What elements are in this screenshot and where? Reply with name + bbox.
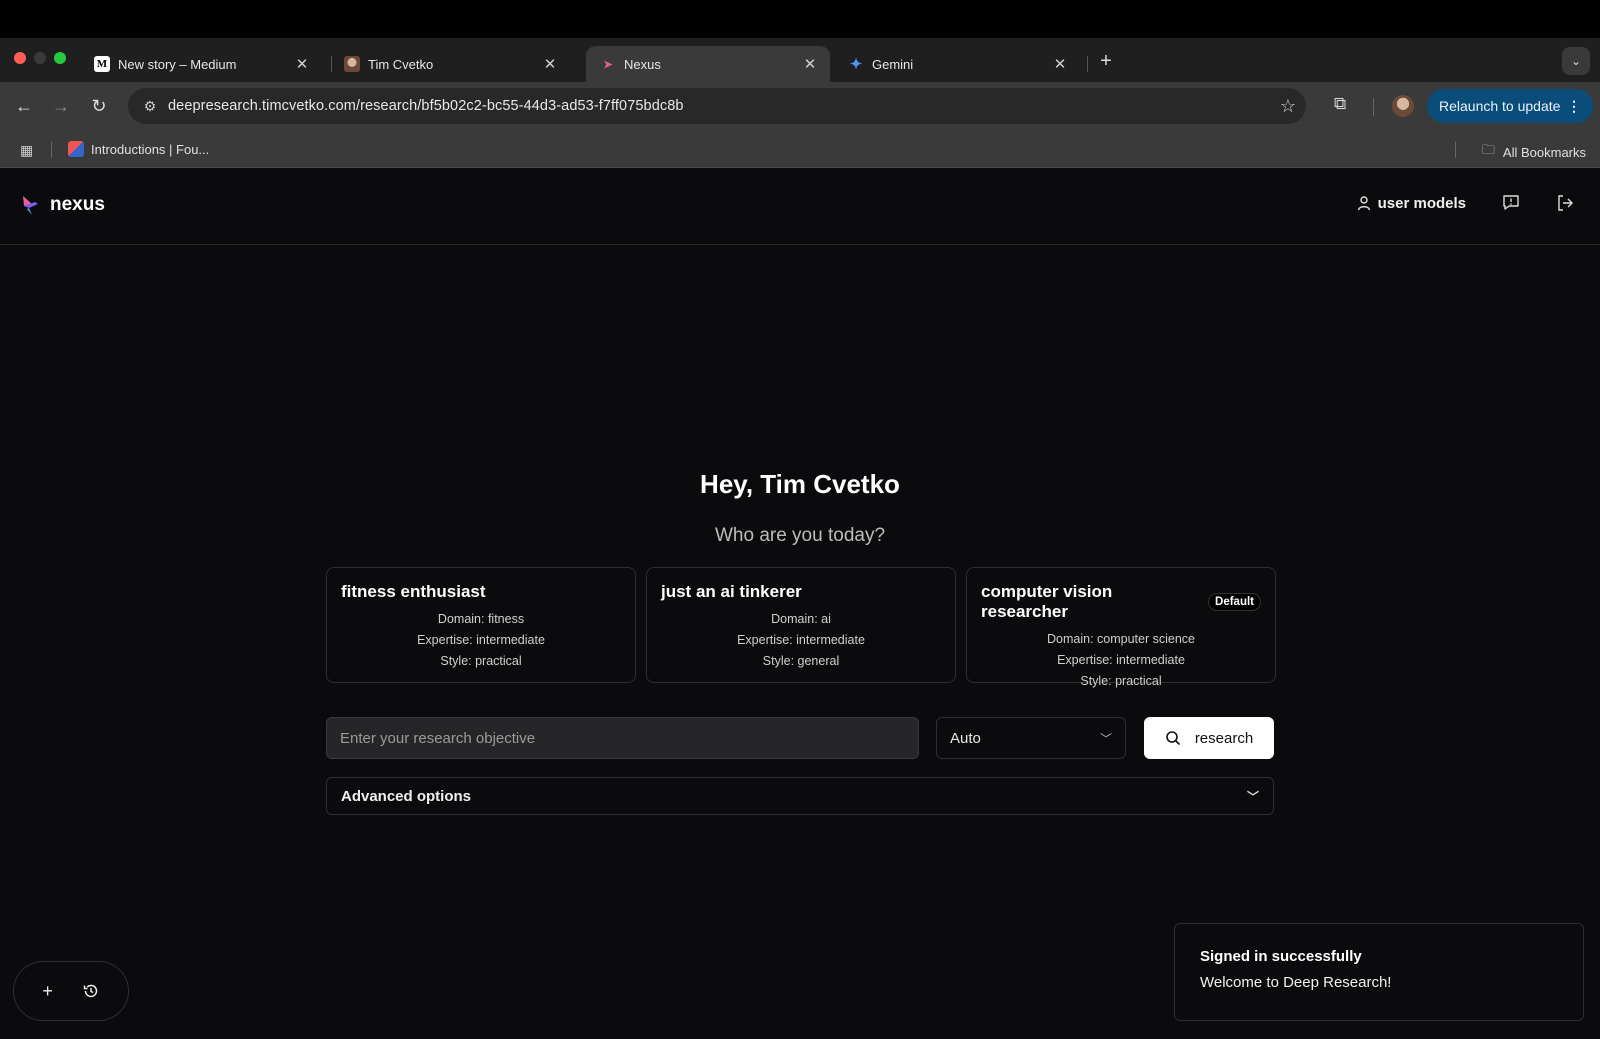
bookmarks-bar: ▦ Introductions | Fou... 🗀 All Bookmarks bbox=[0, 130, 1600, 168]
close-tab-icon[interactable]: ✕ bbox=[292, 55, 312, 73]
chevron-down-icon: ﹀ bbox=[1246, 789, 1259, 804]
brand[interactable]: nexus bbox=[20, 194, 105, 216]
persona-cards: fitness enthusiast Domain: fitness Exper… bbox=[326, 567, 1276, 688]
gemini-sparkle-icon: ✦ bbox=[849, 56, 863, 73]
profile-photo-icon bbox=[344, 56, 360, 72]
default-badge: Default bbox=[1208, 593, 1261, 611]
greeting-subtitle: Who are you today? bbox=[714, 525, 886, 546]
persona-title: fitness enthusiast bbox=[341, 582, 486, 601]
bookmarks-divider bbox=[51, 142, 52, 158]
tab-title: Tim Cvetko bbox=[368, 56, 434, 72]
tab-divider bbox=[1087, 56, 1088, 72]
forward-icon[interactable]: → bbox=[49, 94, 73, 118]
toast-title: Signed in successfully bbox=[1200, 948, 1362, 965]
app-header: nexus user models bbox=[0, 168, 1600, 245]
hummingbird-logo-icon bbox=[23, 196, 38, 215]
research-objective-input[interactable] bbox=[326, 717, 919, 759]
folder-icon: 🗀 bbox=[1481, 142, 1495, 157]
tab-title: New story – Medium bbox=[118, 56, 237, 72]
tab-title: Gemini bbox=[872, 56, 914, 72]
history-icon[interactable] bbox=[82, 982, 100, 1000]
close-window-button[interactable] bbox=[14, 52, 26, 64]
close-tab-icon[interactable]: ✕ bbox=[540, 55, 560, 73]
all-bookmarks-button[interactable]: 🗀 All Bookmarks bbox=[1482, 141, 1586, 163]
tab-medium[interactable]: M New story – Medium ✕ bbox=[80, 46, 322, 82]
advanced-options-label: Advanced options bbox=[341, 787, 472, 805]
search-icon bbox=[1166, 731, 1180, 746]
persona-domain: Domain: ai bbox=[771, 612, 831, 626]
persona-style: Style: practical bbox=[1080, 674, 1162, 688]
persona-expertise: Expertise: intermediate bbox=[737, 633, 865, 647]
bookmark-star-icon[interactable]: ☆ bbox=[1270, 96, 1306, 117]
extensions-puzzle-icon[interactable]: ⧉ bbox=[1334, 94, 1346, 114]
address-bar[interactable]: ⚙ deepresearch.timcvetko.com/research/bf… bbox=[128, 88, 1306, 124]
persona-card-ai-tinkerer[interactable]: just an ai tinkerer Domain: ai Expertise… bbox=[646, 567, 956, 683]
url-text[interactable]: deepresearch.timcvetko.com/research/bf5b… bbox=[168, 98, 1270, 114]
bookmark-item[interactable]: Introductions | Fou... bbox=[68, 141, 209, 157]
floating-action-bar: + bbox=[13, 961, 129, 1021]
user-models-label: user models bbox=[1377, 194, 1466, 212]
bookmark-favicon-icon bbox=[68, 141, 84, 157]
brand-name: nexus bbox=[50, 194, 105, 215]
profile-avatar[interactable] bbox=[1392, 95, 1414, 117]
apps-grid-icon[interactable]: ▦ bbox=[20, 142, 33, 159]
persona-card-fitness[interactable]: fitness enthusiast Domain: fitness Exper… bbox=[326, 567, 636, 683]
user-icon bbox=[1357, 196, 1370, 211]
relaunch-label: Relaunch to update bbox=[1439, 98, 1561, 114]
reload-icon[interactable]: ↻ bbox=[87, 94, 111, 118]
persona-style: Style: practical bbox=[440, 654, 522, 668]
toolbar-divider bbox=[1373, 98, 1374, 116]
medium-icon: M bbox=[94, 56, 110, 72]
minimize-window-button[interactable] bbox=[34, 52, 46, 64]
tab-gemini[interactable]: ✦ Gemini ✕ bbox=[834, 46, 1080, 82]
tab-title: Nexus bbox=[624, 56, 661, 72]
hummingbird-icon: ➤ bbox=[603, 58, 613, 71]
bookmarks-divider bbox=[1455, 142, 1456, 158]
persona-title: just an ai tinkerer bbox=[661, 582, 802, 601]
persona-expertise: Expertise: intermediate bbox=[1057, 653, 1185, 667]
tab-search-chevron-icon[interactable]: ⌄ bbox=[1562, 47, 1590, 75]
tab-tim-cvetko[interactable]: Tim Cvetko ✕ bbox=[330, 46, 570, 82]
maximize-window-button[interactable] bbox=[54, 52, 66, 64]
tab-nexus[interactable]: ➤ Nexus ✕ bbox=[586, 46, 830, 82]
browser-chrome: M New story – Medium ✕ Tim Cvetko ✕ ➤ Ne… bbox=[0, 38, 1600, 168]
tab-strip: M New story – Medium ✕ Tim Cvetko ✕ ➤ Ne… bbox=[0, 38, 1600, 82]
new-research-plus-icon[interactable]: + bbox=[42, 981, 53, 1002]
more-vertical-icon[interactable]: ⋮ bbox=[1567, 98, 1581, 115]
advanced-options-toggle[interactable]: Advanced options ﹀ bbox=[326, 777, 1274, 815]
site-settings-icon[interactable]: ⚙ bbox=[132, 98, 168, 115]
signin-toast: Signed in successfully Welcome to Deep R… bbox=[1174, 923, 1584, 1021]
back-icon[interactable]: ← bbox=[12, 94, 36, 118]
persona-expertise: Expertise: intermediate bbox=[417, 633, 545, 647]
mode-selected-value: Auto bbox=[950, 729, 981, 747]
chevron-down-icon: ﹀ bbox=[1099, 731, 1112, 746]
header-actions: user models bbox=[1356, 194, 1574, 212]
persona-card-cv-researcher[interactable]: computer vision researcher Default Domai… bbox=[966, 567, 1276, 688]
mode-select[interactable]: Auto ﹀ bbox=[936, 717, 1126, 759]
relaunch-button[interactable]: Relaunch to update ⋮ bbox=[1427, 89, 1593, 123]
screen-top-bar bbox=[0, 0, 1600, 38]
all-bookmarks-label: All Bookmarks bbox=[1502, 144, 1586, 160]
feedback-icon[interactable] bbox=[1502, 194, 1520, 212]
close-tab-icon[interactable]: ✕ bbox=[800, 55, 820, 73]
greeting-heading: Hey, Tim Cvetko bbox=[700, 469, 900, 499]
research-form: Auto ﹀ research bbox=[326, 717, 1274, 759]
app-page: nexus user models Hey, Tim Cvetko Who ar… bbox=[0, 168, 1600, 1039]
persona-domain: Domain: computer science bbox=[1047, 632, 1195, 646]
toast-message: Welcome to Deep Research! bbox=[1200, 974, 1392, 991]
research-button[interactable]: research bbox=[1144, 717, 1274, 759]
window-controls bbox=[14, 52, 66, 64]
persona-style: Style: general bbox=[762, 654, 840, 668]
user-models-button[interactable]: user models bbox=[1356, 195, 1466, 212]
logout-icon[interactable] bbox=[1556, 194, 1574, 212]
browser-toolbar: ← → ↻ ⚙ deepresearch.timcvetko.com/resea… bbox=[0, 82, 1600, 130]
new-tab-button[interactable]: + bbox=[1094, 50, 1118, 73]
close-tab-icon[interactable]: ✕ bbox=[1050, 55, 1070, 73]
persona-title: computer vision researcher bbox=[981, 582, 1113, 621]
research-button-label: research bbox=[1194, 729, 1254, 747]
bookmark-label: Introductions | Fou... bbox=[91, 141, 210, 157]
persona-domain: Domain: fitness bbox=[437, 612, 525, 626]
